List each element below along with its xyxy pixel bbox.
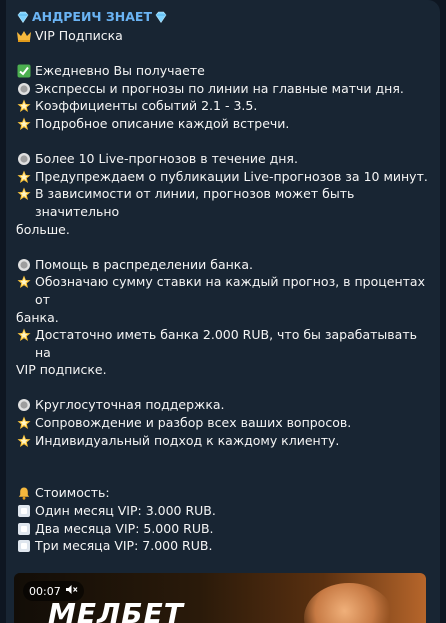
star-icon <box>16 275 32 289</box>
line-text: Предупреждаем о публикации Live-прогнозо… <box>35 168 428 184</box>
square-icon <box>16 522 32 536</box>
message-line: Один месяц VIP: 3.000 RUB. <box>16 502 430 520</box>
diamond-icon <box>16 10 30 24</box>
bullet-icon <box>16 258 32 272</box>
line-text: Круглосуточная поддержка. <box>35 397 225 413</box>
message-line: Экспрессы и прогнозы по линии на главные… <box>16 80 430 98</box>
check-icon <box>16 64 32 78</box>
message-line: Подробное описание каждой встречи. <box>16 115 430 133</box>
line-text: Экспрессы и прогнозы по линии на главные… <box>35 80 404 96</box>
message-line: Более 10 Live-прогнозов в течение дня. <box>16 150 430 168</box>
line-text: больше. <box>16 221 70 237</box>
line-text: Два месяца VIP: 5.000 RUB. <box>35 520 214 536</box>
line-text: Один месяц VIP: 3.000 RUB. <box>35 503 216 519</box>
bullet-icon <box>16 82 32 96</box>
message-line: Коэффициенты событий 2.1 - 3.5. <box>16 97 430 115</box>
message-line: Обозначаю сумму ставки на каждый прогноз… <box>16 273 430 308</box>
square-icon <box>16 539 32 553</box>
line-text: Коэффициенты событий 2.1 - 3.5. <box>35 98 258 114</box>
line-text: банка. <box>16 309 59 325</box>
message-line: банка. <box>16 309 430 327</box>
bullet-icon <box>16 152 32 166</box>
message-line: Индивидуальный подход к каждому клиенту. <box>16 432 430 450</box>
line-text: Сопровождение и разбор всех ваших вопрос… <box>35 415 352 431</box>
message-bubble: АНДРЕИЧ ЗНАЕТ VIP Подписка Ежедневно Вы п… <box>6 0 440 623</box>
star-icon <box>16 328 32 342</box>
bell-icon <box>16 486 32 501</box>
muted-speaker-icon[interactable] <box>65 584 78 598</box>
video-time-badge[interactable]: 00:07 <box>23 581 84 601</box>
star-icon <box>16 99 32 113</box>
message-line: Ежедневно Вы получаете <box>16 62 430 80</box>
bullet-icon <box>16 398 32 412</box>
video-time: 00:07 <box>29 584 61 598</box>
line-text: Три месяца VIP: 7.000 RUB. <box>35 538 213 554</box>
message-text: VIP Подписка Ежедневно Вы получаете Экспре… <box>16 27 430 608</box>
line-text: Ежедневно Вы получаете <box>35 63 205 79</box>
star-icon <box>16 187 32 201</box>
diamond-icon <box>154 10 168 24</box>
line-text: Достаточно иметь банка 2.000 RUB, что бы… <box>35 327 417 360</box>
message-line: Стоимость: <box>16 484 430 502</box>
line-text: Более 10 Live-прогнозов в течение дня. <box>35 151 298 167</box>
message-line: Сопровождение и разбор всех ваших вопрос… <box>16 414 430 432</box>
message-line: VIP Подписка <box>16 27 430 45</box>
video-preview[interactable]: МЕЛБЕТ 00:07 <box>14 573 426 623</box>
message-line: Предупреждаем о публикации Live-прогнозо… <box>16 168 430 186</box>
message-line: больше. <box>16 221 430 239</box>
sender-name: АНДРЕИЧ ЗНАЕТ <box>32 9 152 24</box>
line-text: В зависимости от линии, прогнозов может … <box>35 186 355 219</box>
message-line: VIP подписке. <box>16 361 430 379</box>
star-icon <box>16 117 32 131</box>
message-line: Помощь в распределении банка. <box>16 256 430 274</box>
message-line: Круглосуточная поддержка. <box>16 396 430 414</box>
crown-icon <box>16 29 32 43</box>
message-line: Три месяца VIP: 7.000 RUB. <box>16 537 430 555</box>
line-text: VIP подписке. <box>16 362 107 378</box>
line-text: VIP Подписка <box>35 28 123 43</box>
star-icon <box>16 434 32 448</box>
line-text: Помощь в распределении банка. <box>35 256 253 272</box>
line-text: Стоимость: <box>35 485 110 501</box>
message-line: Два месяца VIP: 5.000 RUB. <box>16 520 430 538</box>
sender-row[interactable]: АНДРЕИЧ ЗНАЕТ <box>16 8 430 26</box>
square-icon <box>16 504 32 518</box>
line-text: Обозначаю сумму ставки на каждый прогноз… <box>35 274 425 307</box>
message-line: Достаточно иметь банка 2.000 RUB, что бы… <box>16 326 430 361</box>
message-line: В зависимости от линии, прогнозов может … <box>16 185 430 220</box>
line-text: Подробное описание каждой встречи. <box>35 115 290 131</box>
line-text: Индивидуальный подход к каждому клиенту. <box>35 432 340 448</box>
star-icon <box>16 416 32 430</box>
star-icon <box>16 170 32 184</box>
